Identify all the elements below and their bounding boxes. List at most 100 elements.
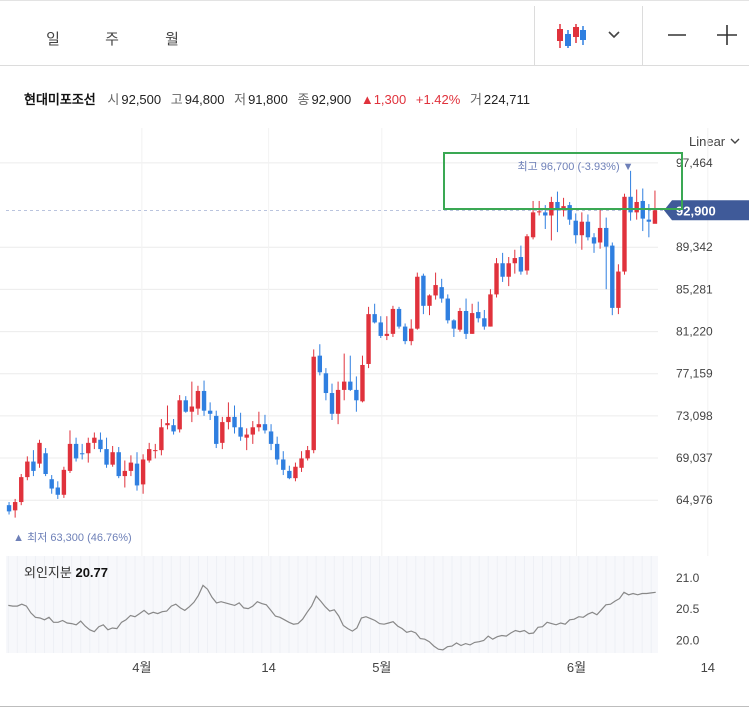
candle-body [604,227,609,247]
candle-body [597,227,603,243]
candle-body [457,311,463,330]
candle-body [177,400,182,430]
candle-body [329,393,335,414]
candle-body [506,263,511,277]
x-tick-label: 14 [261,660,275,675]
candle-body [67,443,73,471]
candle-body [396,308,402,327]
candle-body [646,219,652,222]
min-price-annotation: ▲ 최저 63,300 (46.76%) [13,531,132,544]
candle-body [299,458,304,468]
candle-body [238,427,243,437]
candle-body [128,462,134,471]
candle-body [311,356,316,451]
candle-body [348,381,353,390]
candle-body [366,314,371,364]
candle-body [476,312,481,319]
candle-body [159,427,164,451]
candle-body [354,389,359,401]
candle-body [73,443,79,459]
candle-body [585,221,591,238]
candle-body [189,406,195,412]
candle-body [146,449,152,461]
y-tick-label: 73,098 [676,409,713,423]
price-chart[interactable]: 64,976 69,037 73,098 77,159 81,220 85,281 89,3… [0,0,749,709]
candle-body [195,390,201,409]
x-tick-label: 4월 [132,660,151,675]
candle-body [171,425,176,432]
candle-body [31,461,36,471]
y-tick-label: 81,220 [676,325,713,339]
candle-body [427,295,432,306]
candle-body [488,294,493,327]
candle-body [518,257,524,272]
x-tick-label: 5월 [372,660,391,675]
candle-body [573,220,578,236]
indicator-y-tick-label: 20.5 [676,602,700,616]
candle-body [43,453,48,475]
candle-body [274,443,280,460]
indicator-title: 외인지분 20.77 [24,562,108,581]
candle-body [165,423,170,426]
candle-body [451,320,457,329]
candle-body [55,487,60,495]
candle-body [61,469,67,495]
candle-body [494,263,499,295]
candle-body [384,333,390,336]
candle-body [433,285,438,296]
candle-body [378,322,383,336]
candle-body [372,314,377,323]
candle-body [652,210,658,224]
candle-body [402,326,408,342]
max-price-highlight-box [443,152,683,210]
indicator-name: 외인지분 [24,565,72,580]
candle-body [543,212,548,216]
candle-body [262,424,268,431]
bottom-border [0,706,749,707]
candle-body [335,389,341,414]
indicator-y-tick-label: 21.0 [676,571,700,585]
candle-body [536,211,542,213]
candle-body [469,313,475,334]
candle-body [214,415,219,444]
candle-body [463,311,469,334]
y-tick-label: 64,976 [676,493,713,507]
candle-body [360,364,365,402]
candle-body [226,416,231,423]
candle-body [482,318,487,327]
candle-body [287,470,292,479]
candle-body [25,461,30,478]
candle-body [37,442,42,464]
candle-body [530,212,536,238]
candle-body [500,263,505,277]
y-tick-label: 89,342 [676,240,713,254]
candle-body [268,431,274,444]
candle-body [415,276,420,329]
candle-body [616,271,621,308]
candle-body [92,437,97,443]
candle-body [183,400,188,412]
candle-body [390,308,396,334]
candle-body [409,328,414,342]
candle-body [116,452,121,477]
candle-body [244,434,249,438]
candle-body [12,502,18,511]
y-tick-label: 77,159 [676,367,713,381]
candle-body [250,427,255,435]
y-tick-label: 69,037 [676,451,713,465]
candle-body [232,416,237,428]
candle-body [421,275,426,306]
candle-body [6,505,12,512]
candle-body [134,463,140,486]
candle-body [439,287,444,299]
candle-body [323,373,329,394]
candle-body [19,477,24,503]
indicator-value: 20.77 [75,565,109,580]
candle-body [104,449,109,465]
x-tick-label: 14 [701,660,715,675]
candle-body [79,453,85,455]
candle-body [207,410,213,414]
candle-body [49,479,54,489]
candle-body [591,237,597,244]
indicator-y-tick-label: 20.0 [676,633,700,647]
